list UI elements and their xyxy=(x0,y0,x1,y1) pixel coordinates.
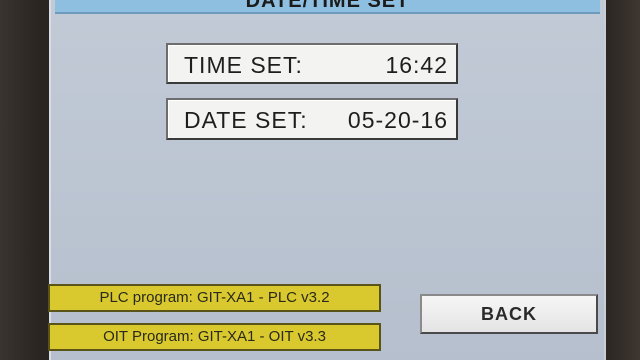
time-set-field[interactable]: TIME SET: 16:42 xyxy=(166,43,458,84)
back-button[interactable]: BACK xyxy=(420,294,598,334)
date-set-value[interactable]: 05-20-16 xyxy=(348,107,448,134)
date-set-field[interactable]: DATE SET: 05-20-16 xyxy=(166,98,458,140)
plc-program-info: PLC program: GIT-XA1 - PLC v3.2 xyxy=(48,284,381,312)
date-set-label: DATE SET: xyxy=(184,107,308,133)
time-set-label: TIME SET: xyxy=(184,52,303,78)
oit-program-info: OIT Program: GIT-XA1 - OIT v3.3 xyxy=(48,323,381,351)
time-set-value[interactable]: 16:42 xyxy=(385,52,448,79)
screen-title: DATE/TIME SET xyxy=(55,0,600,14)
